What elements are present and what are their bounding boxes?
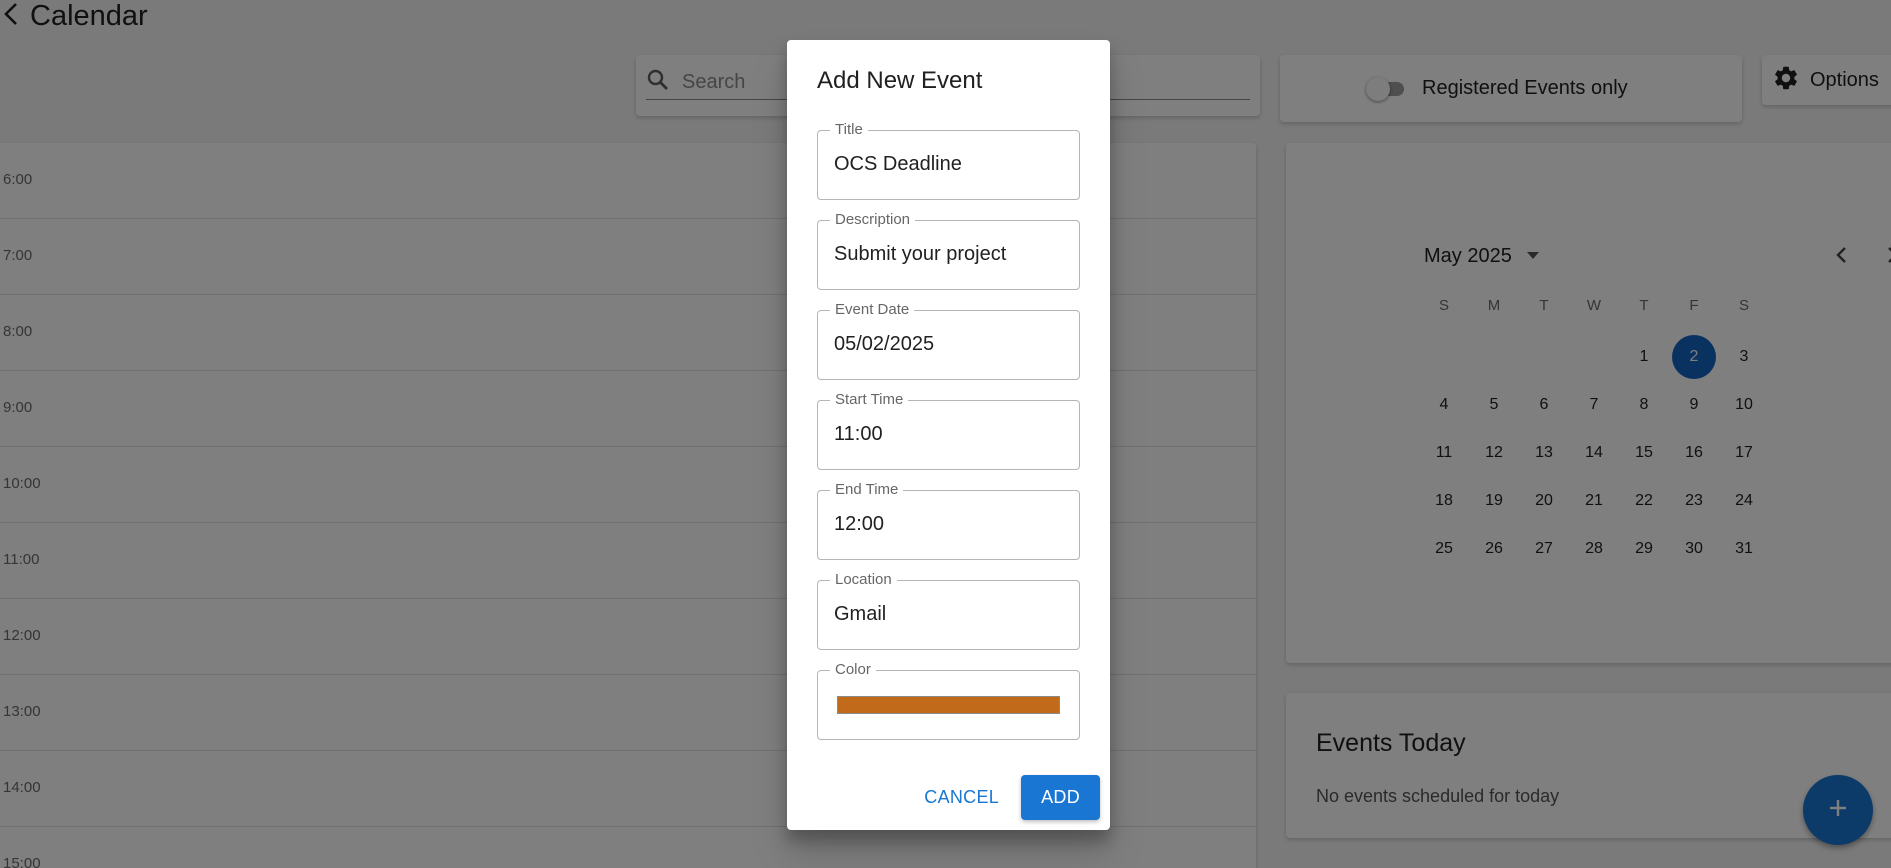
event-date-field-label: Event Date: [830, 301, 915, 319]
event-date-input[interactable]: [834, 333, 1064, 356]
color-field: Color: [817, 661, 1080, 740]
location-input[interactable]: [834, 603, 1064, 626]
title-input[interactable]: [834, 153, 1064, 176]
start-time-input[interactable]: [834, 423, 1064, 446]
location-field: Location: [817, 571, 1080, 650]
cancel-button[interactable]: CANCEL: [908, 775, 1015, 820]
dialog-actions: CANCEL ADD: [908, 775, 1100, 820]
location-field-label: Location: [830, 571, 897, 589]
calendar-app: Calendar Registered Events only Options …: [0, 0, 1891, 868]
add-event-dialog: Add New Event Title Description Event Da…: [787, 40, 1110, 830]
start-time-field: Start Time: [817, 391, 1080, 470]
start-time-field-label: Start Time: [830, 391, 909, 409]
event-date-field: Event Date: [817, 301, 1080, 380]
add-button[interactable]: ADD: [1021, 775, 1100, 820]
title-field: Title: [817, 121, 1080, 200]
title-field-label: Title: [830, 121, 868, 139]
color-field-label: Color: [830, 661, 876, 679]
end-time-input[interactable]: [834, 513, 1064, 536]
end-time-field-label: End Time: [830, 481, 904, 499]
description-input[interactable]: [834, 243, 1064, 266]
end-time-field: End Time: [817, 481, 1080, 560]
description-field: Description: [817, 211, 1080, 290]
color-picker-swatch[interactable]: [837, 696, 1060, 714]
description-field-label: Description: [830, 211, 916, 229]
dialog-title: Add New Event: [817, 67, 983, 94]
